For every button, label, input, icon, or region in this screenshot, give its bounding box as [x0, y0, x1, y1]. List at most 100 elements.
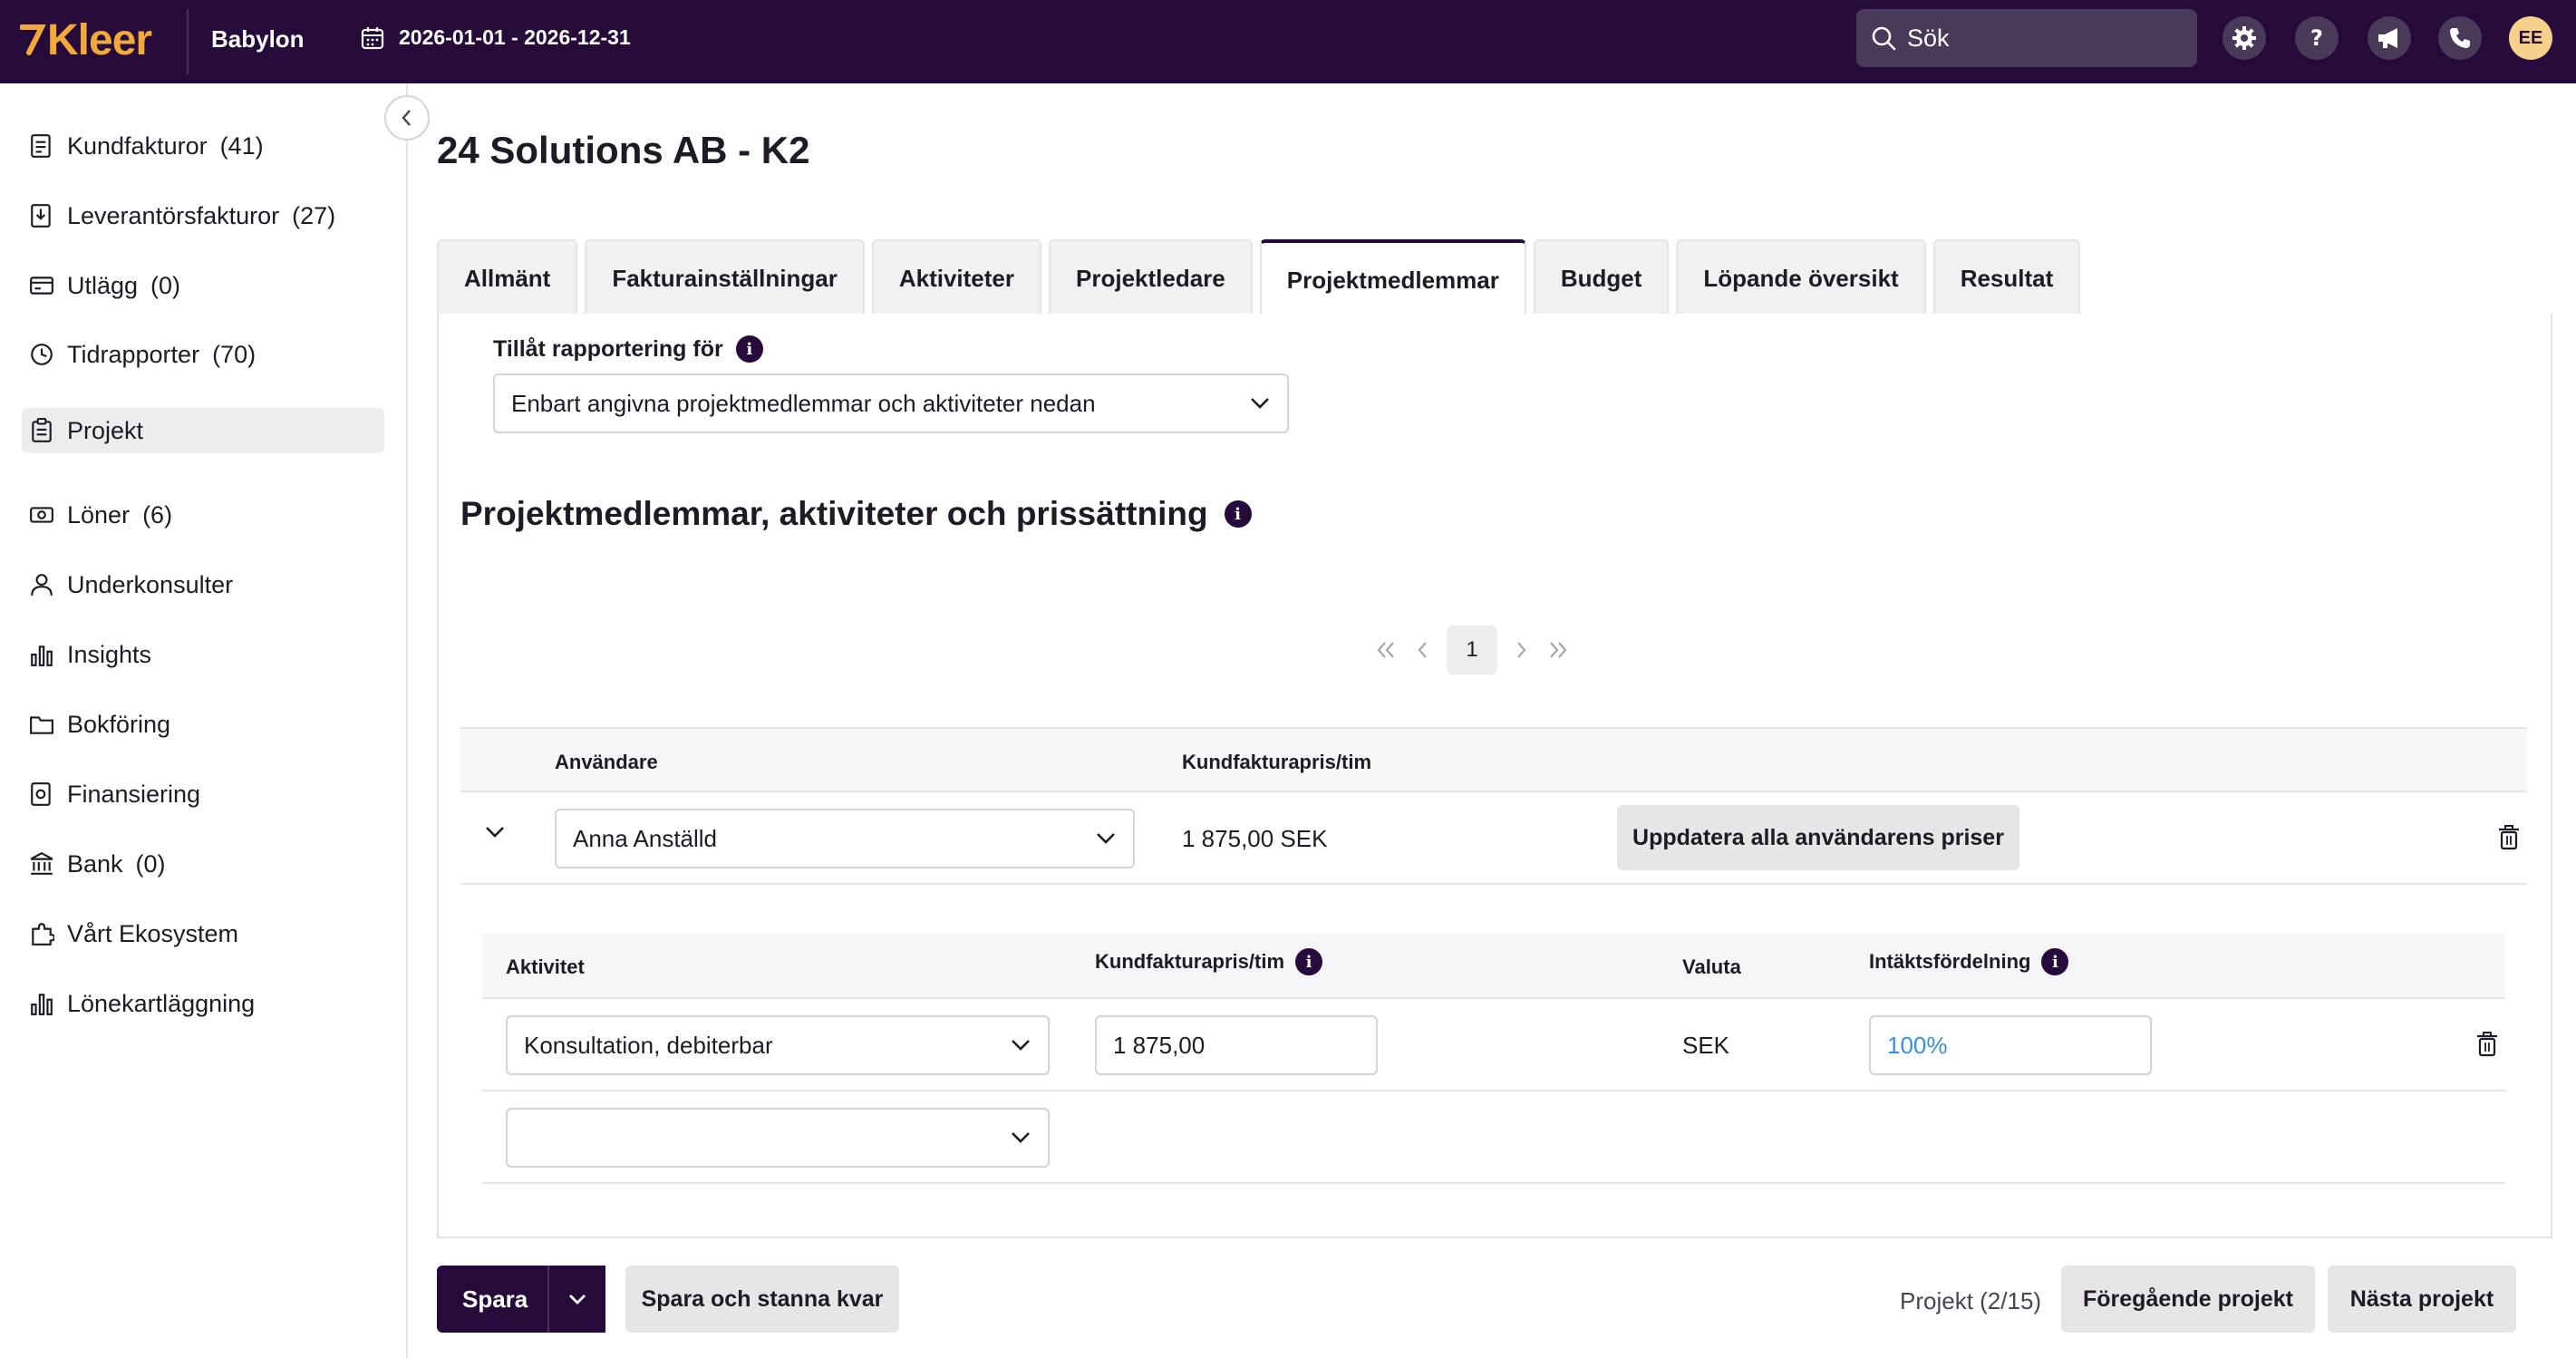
info-icon[interactable]: i — [1224, 500, 1252, 528]
revenue-field[interactable] — [1869, 1015, 2152, 1075]
sidebar-item-tidrapporter[interactable]: Tidrapporter (70) — [22, 332, 384, 377]
sidebar-item-bank[interactable]: Bank (0) — [22, 841, 384, 887]
activity-price-input[interactable] — [1113, 1031, 1360, 1060]
megaphone-icon — [2378, 28, 2397, 48]
search-box[interactable] — [1856, 9, 2197, 67]
sidebar-item-vårt-ekosystem[interactable]: Vårt Ekosystem — [22, 911, 384, 956]
project-tabs: Allmänt Fakturainställningar Aktiviteter Pr… — [437, 239, 2081, 317]
table-row: Anna Anställd 1 875,00 SEK Uppdatera all… — [460, 792, 2527, 885]
tab-aktiviteter[interactable]: Aktiviteter — [871, 239, 1041, 315]
currency-value: SEK — [1682, 1032, 1730, 1059]
sidebar-item-projekt[interactable]: Projekt — [22, 408, 384, 453]
project-counter: Projekt (2/15) — [1900, 1287, 2042, 1314]
activity-price-field[interactable] — [1095, 1015, 1378, 1075]
activity-select[interactable]: Konsultation, debiterbar — [506, 1015, 1050, 1075]
bank-icon — [30, 851, 53, 875]
sidebar-item-lönekartläggning[interactable]: Lönekartläggning — [22, 981, 384, 1026]
trash-icon[interactable] — [2476, 1032, 2498, 1057]
col-activity-price: Kundfakturapris/tim i — [1095, 948, 1323, 975]
sidebar-item-count: (41) — [219, 131, 264, 160]
save-options-button[interactable] — [547, 1266, 605, 1333]
bar-chart-icon — [31, 645, 53, 666]
reporting-select[interactable]: Enbart angivna projektmedlemmar och akti… — [493, 373, 1289, 433]
trash-icon[interactable] — [2498, 825, 2520, 850]
sidebar-item-label: Underkonsulter — [67, 570, 234, 598]
sidebar-item-count: (0) — [150, 271, 181, 299]
chevron-down-icon — [1097, 833, 1115, 844]
last-page-icon[interactable] — [1546, 639, 1570, 661]
sidebar-item-label: Lönekartläggning — [67, 989, 256, 1017]
next-project-button[interactable]: Nästa projekt — [2328, 1266, 2516, 1333]
chevron-down-icon — [569, 1295, 586, 1305]
sidebar-collapse-button[interactable] — [384, 95, 430, 141]
topbar-divider — [187, 9, 189, 74]
members-table-header: Användare Kundfakturapris/tim — [460, 727, 2527, 792]
sidebar-item-löner[interactable]: Löner (6) — [22, 492, 384, 538]
sidebar-item-insights[interactable]: Insights — [22, 632, 384, 677]
chevron-down-icon — [1012, 1132, 1030, 1143]
prev-page-icon[interactable] — [1414, 639, 1430, 661]
sidebar-item-count: (6) — [142, 500, 173, 529]
new-activity-select[interactable] — [506, 1108, 1050, 1168]
chevron-down-icon — [1251, 398, 1269, 409]
update-prices-button[interactable]: Uppdatera alla användarens priser — [1617, 805, 2019, 870]
col-revenue: Intäktsfördelning i — [1869, 948, 2069, 975]
col-user: Användare — [555, 751, 658, 773]
date-range-picker[interactable]: 2026-01-01 - 2026-12-31 — [361, 25, 631, 50]
sidebar-item-finansiering[interactable]: Finansiering — [22, 771, 384, 817]
tab-allmänt[interactable]: Allmänt — [437, 239, 578, 315]
table-row: Konsultation, debiterbar SEK — [482, 999, 2505, 1091]
user-avatar[interactable]: EE — [2509, 16, 2552, 60]
save-and-stay-button[interactable]: Spara och stanna kvar — [625, 1266, 899, 1333]
tab-projektledare[interactable]: Projektledare — [1049, 239, 1253, 315]
settings-button[interactable] — [2223, 16, 2266, 60]
previous-project-button[interactable]: Föregående projekt — [2061, 1266, 2315, 1333]
finance-icon — [31, 782, 51, 806]
search-input[interactable] — [1907, 24, 2179, 53]
chevron-down-icon — [1012, 1040, 1030, 1051]
phone-icon — [2450, 28, 2470, 48]
col-currency: Valuta — [1682, 955, 1741, 978]
user-select-value: Anna Anställd — [573, 824, 718, 852]
kleer-logo[interactable]: Kleer — [20, 13, 152, 67]
svg-text:?: ? — [2310, 25, 2323, 51]
info-icon[interactable]: i — [735, 335, 763, 363]
tab-projektmedlemmar[interactable]: Projektmedlemmar — [1259, 239, 1526, 317]
tab-fakturainställningar[interactable]: Fakturainställningar — [585, 239, 865, 315]
sidebar-item-label: Finansiering — [67, 780, 201, 808]
sidebar-item-underkonsulter[interactable]: Underkonsulter — [22, 562, 384, 607]
info-icon[interactable]: i — [2041, 948, 2069, 975]
revenue-input[interactable] — [1887, 1031, 2134, 1060]
user-select[interactable]: Anna Anställd — [555, 809, 1135, 868]
sidebar-item-label: Kundfakturor — [67, 131, 208, 160]
date-range-text: 2026-01-01 - 2026-12-31 — [399, 25, 631, 49]
page-title: 24 Solutions AB - K2 — [437, 129, 810, 171]
sidebar-item-count: (70) — [212, 340, 257, 368]
first-page-icon[interactable] — [1374, 639, 1398, 661]
info-icon[interactable]: i — [1295, 948, 1323, 975]
tab-löpande-översikt[interactable]: Löpande översikt — [1676, 239, 1926, 315]
col-activity: Aktivitet — [506, 955, 585, 978]
logo-text: Kleer — [47, 15, 152, 64]
page-number[interactable]: 1 — [1447, 626, 1497, 674]
company-name[interactable]: Babylon — [211, 25, 305, 53]
announcements-button[interactable] — [2368, 16, 2411, 60]
puzzle-icon — [32, 923, 54, 946]
tab-resultat[interactable]: Resultat — [1932, 239, 2081, 315]
sidebar-item-leverantörsfakturor[interactable]: Leverantörsfakturor (27) — [22, 193, 384, 238]
calendar-icon — [361, 26, 384, 49]
tab-budget[interactable]: Budget — [1533, 239, 1670, 315]
reporting-select-value: Enbart angivna projektmedlemmar och akti… — [511, 389, 1096, 417]
sidebar-item-bokföring[interactable]: Bokföring — [22, 702, 384, 747]
sidebar-item-kundfakturor[interactable]: Kundfakturor (41) — [22, 123, 384, 169]
phone-button[interactable] — [2438, 16, 2482, 60]
chevron-down-icon[interactable] — [484, 825, 506, 839]
sidebar-item-label: Vårt Ekosystem — [67, 919, 239, 947]
next-page-icon[interactable] — [1514, 639, 1530, 661]
activities-table-header: Aktivitet Kundfakturapris/tim i Valuta In… — [482, 934, 2505, 999]
sidebar-item-label: Projekt — [67, 416, 144, 444]
help-button[interactable]: ? — [2295, 16, 2339, 60]
person-icon — [31, 574, 53, 596]
sidebar-item-count: (27) — [292, 201, 336, 229]
sidebar-item-utlägg[interactable]: Utlägg (0) — [22, 263, 384, 308]
